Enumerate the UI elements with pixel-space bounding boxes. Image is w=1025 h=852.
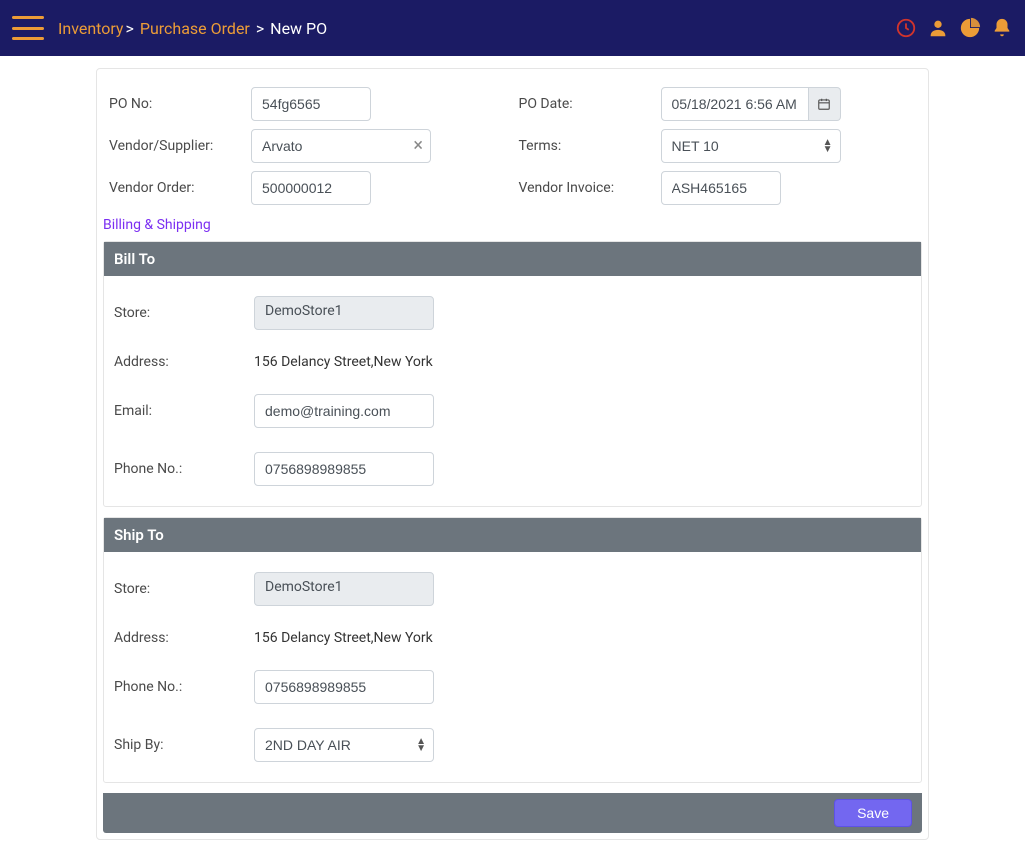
bill-email-label: Email: [114, 403, 254, 419]
ship-phone-label: Phone No.: [114, 679, 254, 695]
bill-store-label: Store: [114, 305, 254, 321]
terms-label: Terms: [513, 138, 661, 154]
ship-address-value: 156 Delancy Street,New York [254, 630, 433, 646]
bill-store-value: DemoStore1 [254, 296, 434, 330]
bill-address-value: 156 Delancy Street,New York [254, 354, 433, 370]
breadcrumb-inventory[interactable]: Inventory [58, 19, 124, 38]
vendor-order-label: Vendor Order: [103, 180, 251, 196]
vendor-clear-icon[interactable]: × [413, 137, 423, 155]
po-date-label: PO Date: [513, 96, 661, 112]
po-no-input[interactable] [251, 87, 371, 121]
bill-to-panel: Bill To Store: DemoStore1 Address: 156 D… [103, 241, 922, 507]
ship-address-label: Address: [114, 630, 254, 646]
bill-email-input[interactable] [254, 394, 434, 428]
pie-chart-icon[interactable] [959, 17, 981, 39]
po-no-label: PO No: [103, 96, 251, 112]
ship-to-title: Ship To [104, 518, 921, 552]
user-icon[interactable] [927, 17, 949, 39]
billing-shipping-link[interactable]: Billing & Shipping [103, 217, 211, 233]
vendor-order-input[interactable] [251, 171, 371, 205]
breadcrumb-current: New PO [270, 19, 327, 38]
vendor-label: Vendor/Supplier: [103, 138, 251, 154]
terms-select[interactable]: NET 10 [661, 129, 841, 163]
ship-phone-input[interactable] [254, 670, 434, 704]
ship-to-panel: Ship To Store: DemoStore1 Address: 156 D… [103, 517, 922, 783]
hamburger-menu-button[interactable] [12, 16, 44, 40]
bill-address-label: Address: [114, 354, 254, 370]
po-date-input[interactable] [661, 87, 809, 121]
calendar-icon [817, 97, 831, 111]
ship-by-select[interactable]: 2ND DAY AIR [254, 728, 434, 762]
action-bar: Save [103, 793, 922, 833]
bill-phone-input[interactable] [254, 452, 434, 486]
bell-icon[interactable] [991, 17, 1013, 39]
vendor-invoice-input[interactable] [661, 171, 781, 205]
clock-icon[interactable] [895, 17, 917, 39]
ship-store-label: Store: [114, 581, 254, 597]
bill-to-title: Bill To [104, 242, 921, 276]
ship-store-value: DemoStore1 [254, 572, 434, 606]
breadcrumb: Inventory> Purchase Order > New PO [58, 19, 327, 38]
bill-phone-label: Phone No.: [114, 461, 254, 477]
po-card: PO No: PO Date: Vendor/Supplier: [96, 68, 929, 840]
ship-by-label: Ship By: [114, 737, 254, 753]
calendar-button[interactable] [809, 87, 841, 121]
navbar: Inventory> Purchase Order > New PO [0, 0, 1025, 56]
save-button[interactable]: Save [834, 799, 912, 827]
vendor-invoice-label: Vendor Invoice: [513, 180, 661, 196]
breadcrumb-purchase-order[interactable]: Purchase Order [140, 19, 250, 38]
vendor-input[interactable] [251, 129, 431, 163]
